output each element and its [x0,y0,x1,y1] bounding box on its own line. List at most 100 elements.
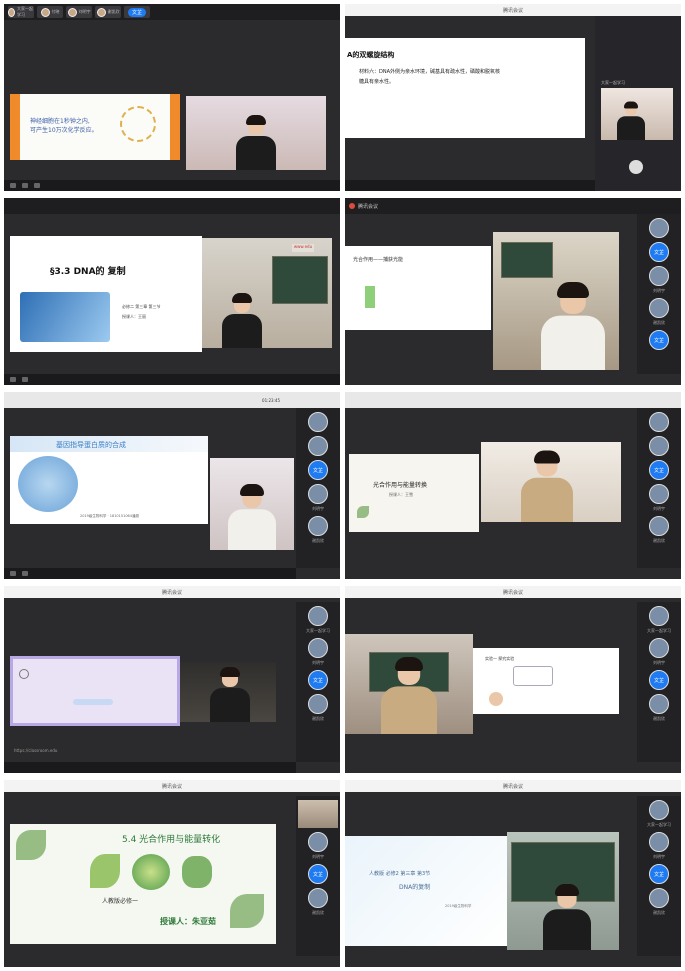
participant-avatar[interactable]: 文芷 [649,670,669,690]
participant-name: 文芷 [312,871,323,878]
participant-tile[interactable]: 大家一起学习 [8,6,34,18]
participant-name: 大家一起学习 [306,628,330,633]
participant-avatar[interactable] [308,694,328,714]
participant-tile[interactable]: 刘明宇 [66,6,92,18]
participant-name: 文芷 [653,871,664,878]
window-titlebar [4,198,340,214]
meeting-toolbar [4,374,340,385]
participant-avatar[interactable] [308,412,328,432]
meeting-window-5: 01:23:45 基因指导蛋白质的合成 2019级生物科学 · 18101510… [4,392,340,579]
participant-avatar[interactable] [308,516,328,536]
participant-avatar[interactable] [649,266,669,286]
participant-name: 刘明宇 [653,288,665,293]
participant-tile[interactable]: 文芷 [124,6,150,18]
share-icon[interactable] [34,183,40,188]
participant-avatar[interactable] [308,832,328,852]
participant-avatar[interactable] [649,484,669,504]
participant-avatar[interactable]: 文芷 [308,670,328,690]
camera-icon[interactable] [22,571,28,576]
avatar [40,7,50,17]
window-titlebar: 腾讯会议 [4,780,340,792]
participant-avatar[interactable] [649,298,669,318]
participant-avatar[interactable] [308,484,328,504]
participant-name: 谢凯欣 [312,910,324,915]
participant-avatar[interactable] [649,218,669,238]
slide-text: 必修二 第三章 第三节 [122,304,161,309]
participant-avatar[interactable] [649,412,669,432]
meeting-window-4: 腾讯会议 光合作用——捕获光能 文芷 刘明宇 谢凯欣 文芷 [345,198,681,385]
slide-text: 授课人：王雪 [389,492,413,497]
presenter [541,282,605,370]
avatar [96,7,106,17]
participant-avatar[interactable] [629,160,643,174]
participant-avatar[interactable] [649,694,669,714]
participant-avatar[interactable] [308,888,328,908]
participant-strip: 大家一起学习 付晓 刘明宇 谢凯欣 文芷 [4,4,340,20]
window-titlebar: 01:23:45 [4,392,340,408]
mic-icon[interactable] [10,571,16,576]
camera-icon[interactable] [22,183,28,188]
slide-title: 光合作用与能量转换 [373,482,428,489]
participant-name: 大家一起学习 [647,822,671,827]
participant-avatar[interactable] [649,436,669,456]
blackboard [501,242,553,278]
meeting-window-8: 腾讯会议 实验一 探究实验 大家一起学习 刘明宇 文芷 谢凯欣 [345,586,681,773]
brain-illustration [120,106,156,142]
record-icon [349,203,355,209]
participant-name: 刘明宇 [653,854,665,859]
meeting-toolbar [345,180,595,191]
slide-title: 基因指导蛋白质的合成 [56,441,126,449]
shared-slide: 人教版 必修2 第三章 第3节 DNA的复制 2019级生物科学 [345,836,507,946]
participant-avatar[interactable] [649,888,669,908]
window-titlebar: 腾讯会议 [4,586,340,598]
participant-avatar[interactable] [649,800,669,820]
participant-name: 刘明宇 [653,660,665,665]
clock-icon [19,669,29,679]
camera-feed [186,96,326,170]
participant-avatar[interactable] [649,832,669,852]
slide-text: 糖具有亲水性。 [359,79,395,85]
participant-avatar[interactable] [308,606,328,626]
camera-feed [210,458,294,550]
participant-avatar[interactable]: 文芷 [649,330,669,350]
participant-avatar[interactable] [649,516,669,536]
participant-avatar[interactable]: 文芷 [649,242,669,262]
meeting-toolbar [4,180,340,191]
slide-text: 授课人：朱亚茹 [160,917,216,926]
participant-name: 谢凯欣 [653,910,665,915]
participant-avatar[interactable] [649,638,669,658]
window-titlebar [345,392,681,408]
slide-text: 2019级生物科学 [445,904,472,908]
participant-avatar[interactable] [308,436,328,456]
window-titlebar: 腾讯会议 [345,780,681,792]
video-sidebar: 大家一起学习 [595,16,681,191]
participant-name: 谢凯欣 [653,538,665,543]
camera-icon[interactable] [22,377,28,382]
mic-icon[interactable] [10,183,16,188]
presenter [521,450,573,522]
slide-text: 人教版 必修2 第三章 第3节 [369,871,431,877]
slide-title: DNA的复制 [399,884,431,891]
video-sidebar: 文芷 刘明宇 谢凯欣 [637,408,681,568]
camera-feed: www.edu [202,238,332,348]
meeting-window-3: §3.3 DNA的 复制 必修二 第三章 第三节 授课人：王丽 www.edu [4,198,340,385]
slide-title: §3.3 DNA的 复制 [50,267,126,277]
leaf-decoration [357,506,369,518]
participant-tile[interactable]: 谢凯欣 [95,6,121,18]
window-title: 腾讯会议 [358,203,379,210]
participant-avatar[interactable]: 文芷 [649,864,669,884]
window-title: 腾讯会议 [502,589,523,596]
participant-name: 刘明宇 [312,506,324,511]
avatar [67,7,77,17]
slide-text: 材料六：DNA外侧为亲水环境，碱基具有疏水性，磷酸和脱氧核 [359,69,501,75]
participant-name: 刘明宇 [653,506,665,511]
participant-avatar[interactable] [649,606,669,626]
camera-feed [481,442,621,522]
mic-icon[interactable] [10,377,16,382]
participant-avatar[interactable] [308,638,328,658]
participant-avatar[interactable]: 文芷 [308,864,328,884]
participant-tile[interactable]: 付晓 [37,6,63,18]
video-sidebar: 大家一起学习 刘明宇 文芷 谢凯欣 [296,602,340,762]
participant-avatar[interactable]: 文芷 [308,460,328,480]
participant-avatar[interactable]: 文芷 [649,460,669,480]
